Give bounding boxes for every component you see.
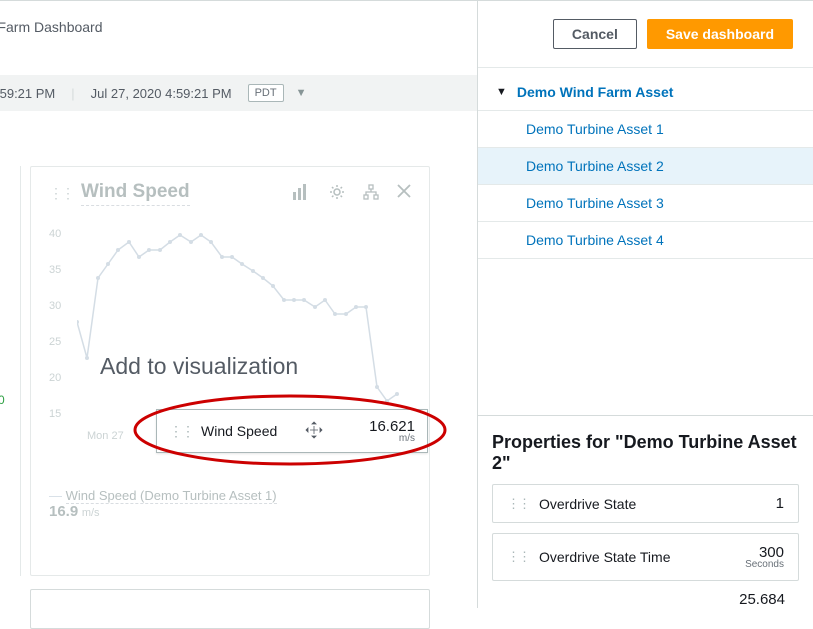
y-tick: 35 [49,264,61,276]
x-tick: Mon 27 [87,430,124,442]
timezone-badge[interactable]: PDT [248,84,284,102]
divider: | [63,86,82,101]
property-value: 25.684 [739,591,785,608]
drag-handle-icon[interactable]: ⋮⋮ [49,185,73,202]
properties-heading: Properties for "Demo Turbine Asset 2" [492,432,799,474]
legend-label: Wind Speed (Demo Turbine Asset 1) [66,488,277,504]
time-end: Jul 27, 2020 4:59:21 PM [91,86,232,101]
cutoff-text: 0 [0,393,5,407]
asset-label: Demo Turbine Asset 4 [526,232,664,248]
asset-tree-item[interactable]: Demo Turbine Asset 1 [478,111,813,148]
property-unit: Seconds [745,559,784,570]
time-range-bar[interactable]: :59:21 PM | Jul 27, 2020 4:59:21 PM PDT … [0,75,477,111]
save-dashboard-button[interactable]: Save dashboard [647,19,793,49]
property-row[interactable]: ⋮⋮ Overdrive State 1 [492,484,799,523]
asset-tree-item[interactable]: Demo Turbine Asset 3 [478,185,813,222]
gear-icon[interactable] [329,184,345,203]
move-icon [305,421,323,442]
asset-tree-root[interactable]: ▼ Demo Wind Farm Asset [478,74,813,111]
property-value: 1 [776,495,784,512]
line-chart: 40 35 30 25 20 15 Mon 27 12 PM [49,228,411,438]
page-title: nd Farm Dashboard [0,1,477,35]
y-tick: 40 [49,228,61,240]
visualization-card[interactable]: Wind Direction [30,589,430,629]
property-name: Overdrive State Time [539,549,671,565]
y-tick: 15 [49,408,61,420]
legend-unit: m/s [82,507,100,519]
asset-label: Demo Turbine Asset 2 [526,158,664,174]
asset-tree-item[interactable]: Demo Turbine Asset 4 [478,222,813,259]
time-start: :59:21 PM [0,86,55,101]
y-tick: 20 [49,372,61,384]
drag-handle-icon[interactable]: ⋮⋮ [169,423,193,440]
drag-handle-icon[interactable]: ⋮⋮ [507,496,529,512]
legend-value: 16.9 [49,503,78,520]
property-row[interactable]: ⋮⋮ Overdrive State Time 300 Seconds [492,533,799,581]
property-row[interactable]: 25.684 [492,591,799,608]
properties-panel: Properties for "Demo Turbine Asset 2" ⋮⋮… [478,415,813,608]
asset-tree: ▼ Demo Wind Farm Asset Demo Turbine Asse… [478,68,813,265]
y-tick: 25 [49,336,61,348]
chart-type-icon[interactable] [293,184,311,203]
asset-label: Demo Wind Farm Asset [517,84,674,100]
pill-label: Wind Speed [201,423,277,439]
visualization-title[interactable]: Wind Speed [81,181,190,206]
close-icon[interactable] [397,184,411,203]
property-name: Overdrive State [539,496,636,512]
chevron-down-icon[interactable]: ▼ [292,87,311,99]
asset-tree-item[interactable]: Demo Turbine Asset 2 [478,148,813,185]
asset-label: Demo Turbine Asset 1 [526,121,664,137]
cancel-button[interactable]: Cancel [553,19,637,49]
hierarchy-icon[interactable] [363,184,379,203]
caret-down-icon[interactable]: ▼ [496,86,507,98]
chart-legend: — Wind Speed (Demo Turbine Asset 1) 16.9… [49,488,411,520]
drop-hint-text: Add to visualization [100,353,298,380]
dragged-property-pill[interactable]: ⋮⋮ Wind Speed 16.621 m/s [156,409,428,453]
asset-label: Demo Turbine Asset 3 [526,195,664,211]
y-tick: 30 [49,300,61,312]
drag-handle-icon[interactable]: ⋮⋮ [507,549,529,565]
